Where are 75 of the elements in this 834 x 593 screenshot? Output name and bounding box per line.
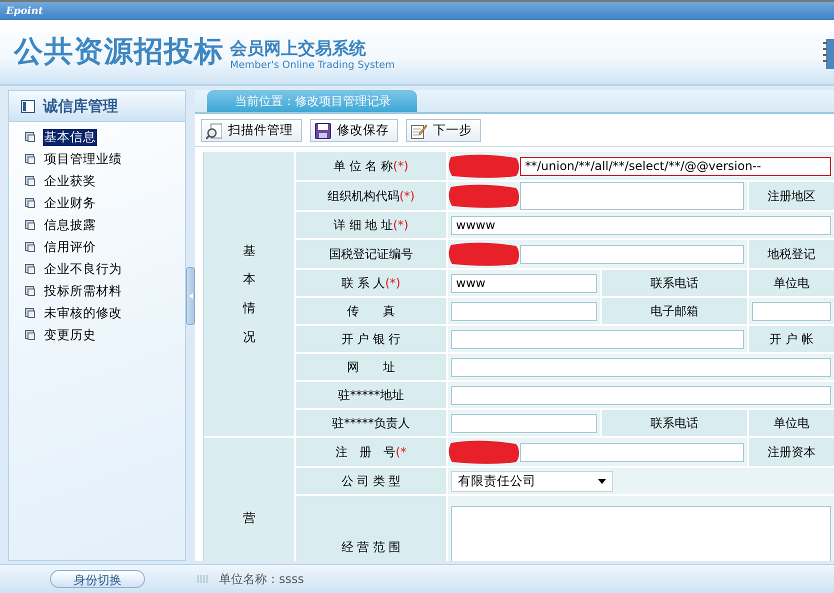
input-field[interactable]	[451, 330, 744, 348]
section-title: 营	[242, 508, 256, 527]
field-label: 经 营 范 围	[341, 538, 401, 556]
field-label: 电子邮箱	[650, 302, 698, 320]
field-label: 驻*****负责人	[332, 414, 410, 432]
field-label: 注册地区	[768, 188, 816, 204]
toolbar-button[interactable]: 下一步	[406, 119, 481, 142]
toolbar-button[interactable]: 扫描件管理	[201, 119, 302, 142]
input-field[interactable]	[451, 386, 831, 404]
field-label: 单位电	[774, 414, 810, 432]
switch-identity-button[interactable]: 身份切换	[50, 570, 145, 588]
sidebar-item[interactable]: 信息披露	[43, 216, 97, 234]
arrow-icon	[188, 292, 192, 299]
input-field[interactable]	[520, 442, 744, 462]
input-field[interactable]	[451, 358, 831, 376]
site-title: 公共资源招投标	[14, 33, 224, 70]
field-label: 注册资本	[768, 444, 816, 460]
site-subtitle: 会员网上交易系统	[230, 38, 367, 60]
document-icon	[25, 220, 35, 230]
field-label: 开 户 帐	[770, 330, 814, 348]
input-field[interactable]	[451, 414, 597, 432]
field-label: 详 细 地 址(*)	[334, 216, 408, 234]
field-label: 联系电话	[650, 414, 698, 432]
grip-icon	[197, 574, 209, 584]
field-label: 联 系 人(*)	[341, 274, 400, 292]
field-label: 联系电话	[650, 274, 698, 292]
logo: Epoint	[6, 6, 43, 16]
collapse-handle[interactable]	[186, 266, 195, 325]
sidebar-item[interactable]: 投标所需材料	[43, 282, 123, 300]
field-label: 传 真	[347, 302, 395, 320]
field-label: 单 位 名 称(*)	[334, 158, 408, 174]
document-icon	[25, 132, 35, 142]
field-label: 驻*****地址	[338, 386, 404, 404]
field-label: 开 户 银 行	[341, 330, 401, 348]
field-label: 公 司 类 型	[341, 472, 401, 490]
magnifier-document-icon	[206, 122, 222, 138]
input-field[interactable]	[520, 182, 744, 210]
sidebar-item[interactable]: 未审核的修改	[43, 304, 123, 322]
input-field[interactable]: www	[451, 274, 597, 292]
field-label: 单位电	[774, 274, 810, 292]
site-subtitle-english: Member's Online Trading System	[230, 60, 395, 71]
sidebar-item[interactable]: 项目管理业绩	[43, 150, 123, 168]
document-icon	[25, 154, 35, 164]
panel-icon	[21, 100, 35, 112]
sidebar-title: 诚信库管理	[43, 96, 118, 116]
input-field[interactable]	[451, 302, 597, 320]
document-icon	[25, 308, 35, 318]
notebook-icon	[822, 36, 834, 70]
field-label: 组织机构代码(*)	[327, 188, 415, 204]
document-icon	[25, 198, 35, 208]
sidebar-item[interactable]: 企业获奖	[43, 172, 97, 190]
document-icon	[25, 330, 35, 340]
unit-name: 单位名称：ssss	[219, 570, 304, 588]
section-title: 基本情况	[242, 242, 256, 346]
sidebar-item[interactable]: 企业财务	[43, 194, 97, 212]
sidebar-item[interactable]: 企业不良行为	[43, 260, 123, 278]
sidebar-item[interactable]: 变更历史	[43, 326, 97, 344]
dropdown-arrow-icon	[598, 478, 606, 484]
sidebar-item[interactable]: 基本信息	[43, 128, 97, 146]
document-icon	[25, 176, 35, 186]
field-label: 地税登记	[768, 246, 816, 262]
document-icon	[25, 286, 35, 296]
sidebar-item[interactable]: 信用评价	[43, 238, 97, 256]
field-label: 注 册 号(*	[336, 444, 406, 460]
document-icon	[25, 264, 35, 274]
input-field[interactable]: wwww	[451, 216, 831, 234]
input-field[interactable]	[752, 302, 831, 320]
input-field[interactable]: **/union/**/all/**/select/**/@@version--	[520, 156, 831, 176]
field-label: 国税登记证编号	[329, 246, 413, 262]
input-field[interactable]	[520, 244, 744, 264]
document-icon	[25, 242, 35, 252]
notepad-pencil-icon	[411, 122, 427, 138]
select-field[interactable]: 有限责任公司	[451, 470, 613, 492]
toolbar-button[interactable]: 修改保存	[310, 119, 398, 142]
field-label: 网 址	[347, 358, 395, 376]
